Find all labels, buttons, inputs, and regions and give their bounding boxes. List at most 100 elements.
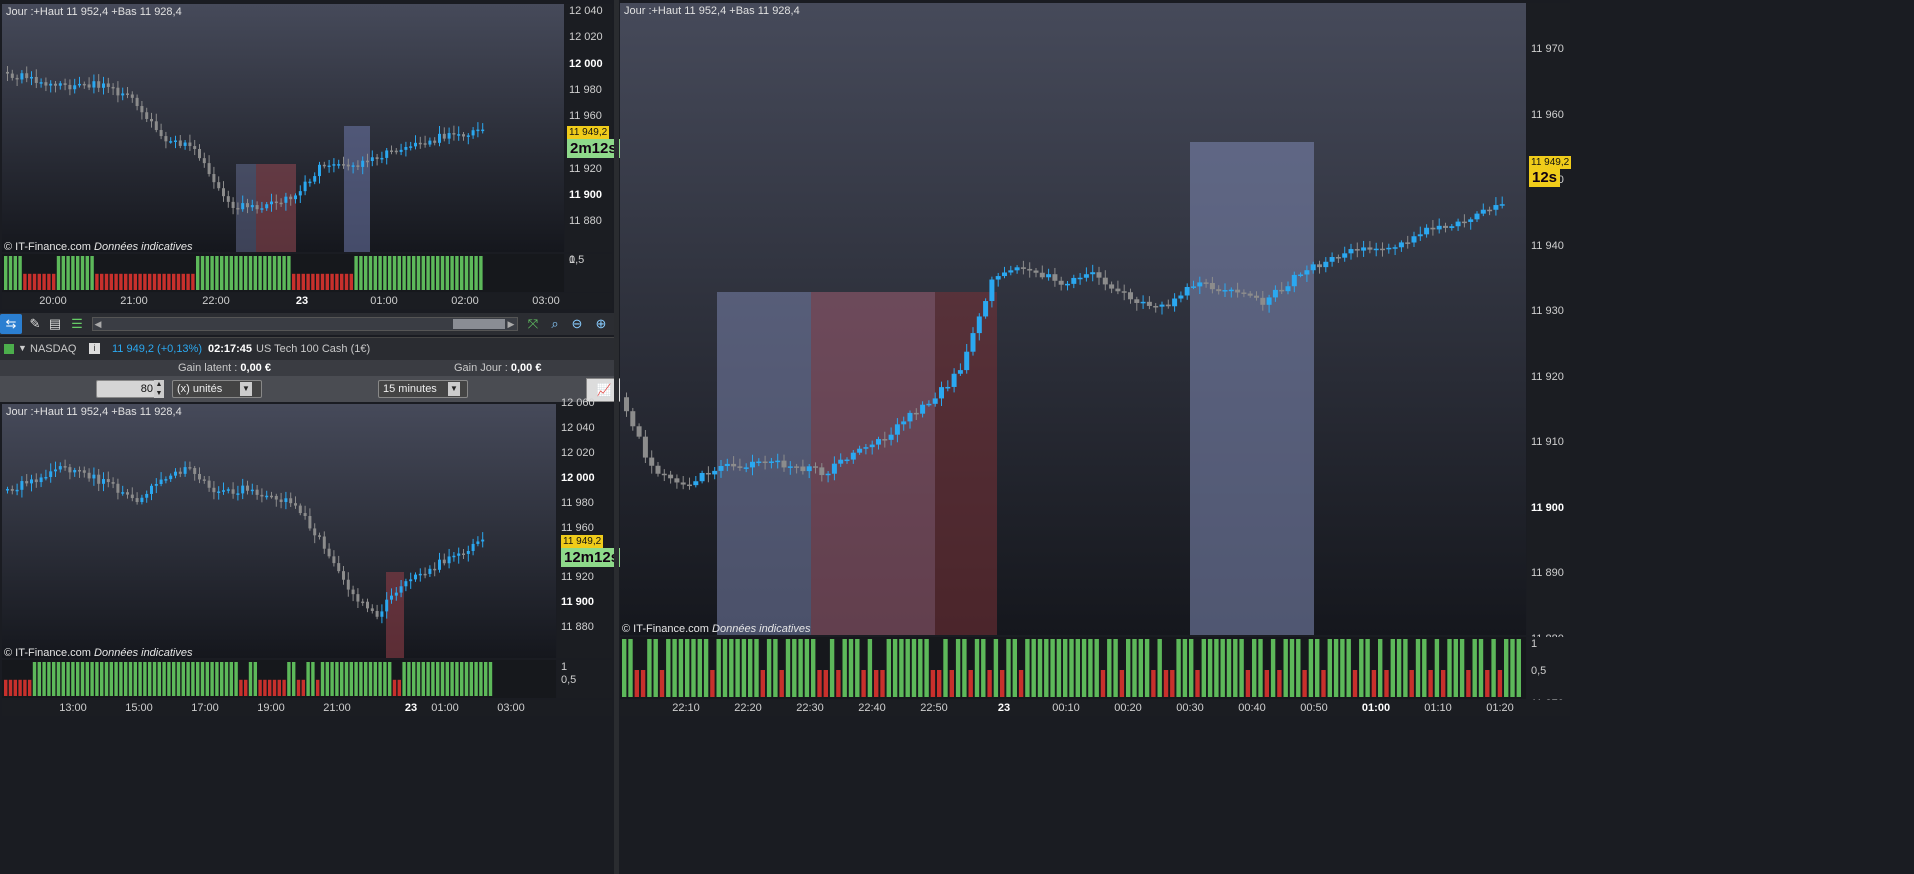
candle bbox=[102, 83, 105, 88]
market-name: NASDAQ bbox=[30, 343, 77, 355]
chevron-down-icon[interactable]: ▼ bbox=[240, 382, 252, 396]
panel-divider[interactable] bbox=[614, 0, 619, 874]
candle bbox=[188, 467, 192, 469]
candle bbox=[1241, 292, 1247, 294]
chevron-down-icon[interactable]: ▼ bbox=[448, 382, 460, 396]
candle bbox=[1033, 270, 1039, 273]
volume-bar bbox=[1485, 670, 1490, 697]
scrollbar-thumb[interactable] bbox=[453, 319, 505, 329]
candle bbox=[82, 83, 86, 86]
y-tick-label: 11 940 bbox=[1531, 239, 1564, 252]
candle bbox=[231, 489, 235, 494]
volume-bar bbox=[287, 662, 291, 696]
volume-bar bbox=[239, 679, 243, 696]
volume-bar bbox=[186, 273, 190, 290]
candle bbox=[169, 475, 173, 480]
volume-bar bbox=[196, 662, 200, 696]
volume-bar bbox=[18, 679, 22, 696]
candle bbox=[1039, 272, 1045, 278]
candle bbox=[863, 447, 869, 449]
volume-bar bbox=[412, 662, 416, 696]
list-icon[interactable]: ☰ bbox=[66, 314, 88, 334]
quantity-stepper[interactable]: ▲ ▼ bbox=[154, 380, 164, 398]
candle bbox=[289, 196, 293, 200]
candle bbox=[140, 106, 144, 113]
top-left-x-axis: 20:00 21:00 22:00 23 01:00 02:00 03:00 bbox=[2, 293, 612, 309]
scrollbar-right-arrow[interactable]: ▶ bbox=[506, 318, 516, 330]
top-left-chart[interactable]: Jour :+Haut 11 952,4 +Bas 11 928,4 © IT-… bbox=[2, 4, 564, 252]
candle bbox=[87, 84, 91, 88]
candle bbox=[6, 71, 9, 74]
candle bbox=[1090, 272, 1096, 275]
candle bbox=[241, 485, 245, 494]
candle bbox=[457, 134, 461, 136]
volume-bar bbox=[100, 273, 104, 290]
candle bbox=[207, 480, 211, 488]
info-icon[interactable]: i bbox=[89, 343, 100, 354]
zoom-in-icon[interactable]: ⊕ bbox=[590, 314, 612, 334]
zoom-fit-icon[interactable]: ⤧ bbox=[522, 314, 544, 334]
candle bbox=[404, 581, 408, 587]
candle bbox=[1430, 227, 1436, 230]
volume-bar bbox=[56, 256, 61, 290]
volume-bar bbox=[13, 679, 17, 696]
candle bbox=[274, 495, 278, 500]
bottom-left-chart[interactable]: Jour :+Haut 11 952,4 +Bas 11 928,4 © IT-… bbox=[2, 404, 556, 658]
drawing-tool-icon[interactable]: ✎ bbox=[24, 314, 46, 334]
volume-bar bbox=[1050, 639, 1055, 697]
volume-bar bbox=[464, 662, 469, 696]
volume-bar bbox=[114, 273, 118, 290]
candle bbox=[1146, 301, 1152, 306]
volume-bar bbox=[224, 662, 229, 696]
volume-bar bbox=[1044, 639, 1049, 697]
candle bbox=[1329, 257, 1335, 262]
candle bbox=[346, 579, 350, 590]
volume-bar bbox=[292, 662, 296, 696]
candle bbox=[1159, 304, 1165, 307]
magnifier-icon[interactable]: ⌕ bbox=[544, 314, 566, 334]
instrument-icon[interactable] bbox=[4, 344, 14, 354]
volume-bar bbox=[292, 273, 296, 290]
candle bbox=[951, 373, 957, 387]
zoom-out-icon[interactable]: ⊖ bbox=[566, 314, 588, 334]
scrollbar-left-arrow[interactable]: ◀ bbox=[93, 318, 103, 330]
candle bbox=[399, 149, 403, 152]
volume-bar bbox=[220, 662, 224, 696]
candle bbox=[1291, 274, 1297, 287]
candle bbox=[995, 276, 1001, 280]
candle bbox=[346, 164, 350, 167]
volume-bar bbox=[1189, 639, 1194, 697]
candle bbox=[15, 77, 19, 80]
volume-bar bbox=[167, 662, 171, 696]
volume-bar bbox=[383, 662, 387, 696]
horizontal-scrollbar[interactable]: ◀ ▶ bbox=[92, 317, 518, 331]
volume-bar bbox=[349, 273, 353, 290]
volume-bar bbox=[955, 639, 961, 697]
volume-bar bbox=[263, 256, 267, 290]
volume-bar bbox=[1371, 670, 1377, 697]
dropdown-arrow-icon[interactable]: ▼ bbox=[18, 343, 27, 353]
x-tick-label: 02:00 bbox=[451, 295, 479, 307]
volume-bar bbox=[1270, 639, 1276, 697]
candle bbox=[274, 201, 278, 204]
candle bbox=[174, 471, 177, 476]
candle bbox=[831, 463, 837, 474]
volume-bar bbox=[301, 679, 305, 696]
share-icon[interactable]: ⇆ bbox=[0, 314, 22, 334]
candle bbox=[724, 463, 730, 467]
quantity-input[interactable]: 80 bbox=[96, 380, 158, 398]
right-volume bbox=[620, 637, 1526, 699]
volume-bar bbox=[848, 639, 854, 697]
volume-bar bbox=[296, 679, 301, 696]
candle bbox=[438, 133, 441, 143]
x-tick-label: 00:40 bbox=[1238, 702, 1266, 714]
volume-bar bbox=[1453, 639, 1458, 697]
right-chart[interactable]: Jour :+Haut 11 952,4 +Bas 11 928,4 © IT-… bbox=[620, 3, 1526, 635]
volume-tick-label: 1 bbox=[1531, 638, 1538, 650]
candle bbox=[712, 470, 718, 475]
candle bbox=[418, 142, 422, 145]
candle bbox=[442, 559, 446, 564]
volume-bar bbox=[842, 639, 847, 697]
indicator-icon[interactable]: ▤ bbox=[44, 314, 66, 334]
candle bbox=[106, 83, 110, 87]
